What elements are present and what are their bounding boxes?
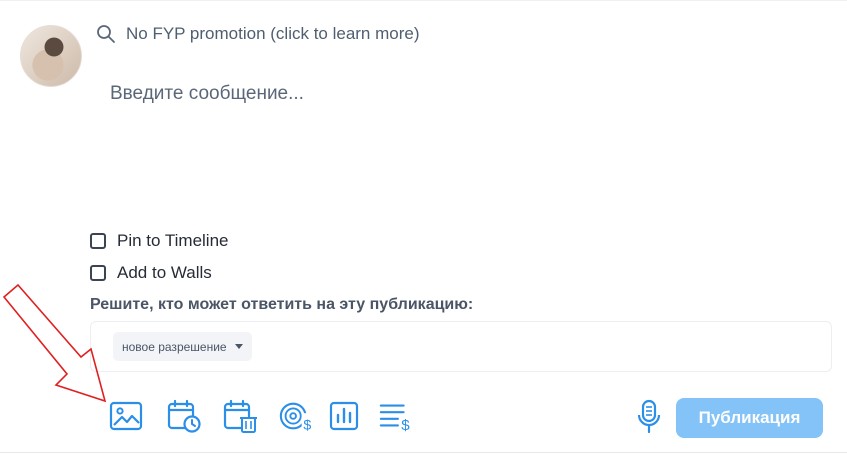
schedule-post-icon — [167, 399, 201, 433]
poll-icon — [329, 401, 359, 431]
price-list-icon: $ — [379, 404, 410, 434]
publish-button[interactable]: Публикация — [676, 398, 823, 438]
svg-text:$: $ — [401, 417, 410, 434]
paid-message-button[interactable]: $ — [278, 398, 314, 434]
pin-to-timeline-label: Pin to Timeline — [117, 231, 229, 250]
fyp-promotion-text: No FYP promotion (click to learn more) — [126, 24, 420, 43]
caret-down-icon — [234, 344, 243, 349]
pin-to-timeline-option[interactable]: Pin to Timeline — [90, 231, 229, 251]
avatar — [20, 25, 82, 87]
poll-button[interactable] — [326, 398, 362, 434]
auto-delete-icon — [223, 399, 257, 433]
reply-permission-box: новое разрешение — [90, 321, 832, 372]
price-list-button[interactable]: $ — [378, 398, 414, 434]
add-to-walls-option[interactable]: Add to Walls — [90, 263, 212, 283]
schedule-post-button[interactable] — [166, 398, 202, 434]
pin-to-timeline-checkbox[interactable] — [90, 233, 106, 249]
add-media-button[interactable] — [108, 398, 144, 434]
bottom-divider — [0, 452, 847, 453]
add-to-walls-label: Add to Walls — [117, 263, 212, 282]
svg-text:$: $ — [303, 417, 311, 433]
auto-delete-button[interactable] — [222, 398, 258, 434]
image-icon — [109, 401, 143, 431]
top-divider — [0, 0, 847, 1]
search-icon — [97, 25, 115, 43]
add-to-walls-checkbox[interactable] — [90, 265, 106, 281]
reply-permission-title: Решите, кто может ответить на эту публик… — [90, 296, 474, 313]
reply-permission-select[interactable]: новое разрешение — [113, 332, 252, 361]
message-input[interactable] — [110, 83, 800, 203]
reply-permission-value: новое разрешение — [122, 339, 227, 354]
microphone-icon[interactable] — [636, 399, 662, 435]
paid-message-icon: $ — [279, 402, 314, 433]
fyp-promotion-link[interactable]: No FYP promotion (click to learn more) — [96, 24, 420, 44]
